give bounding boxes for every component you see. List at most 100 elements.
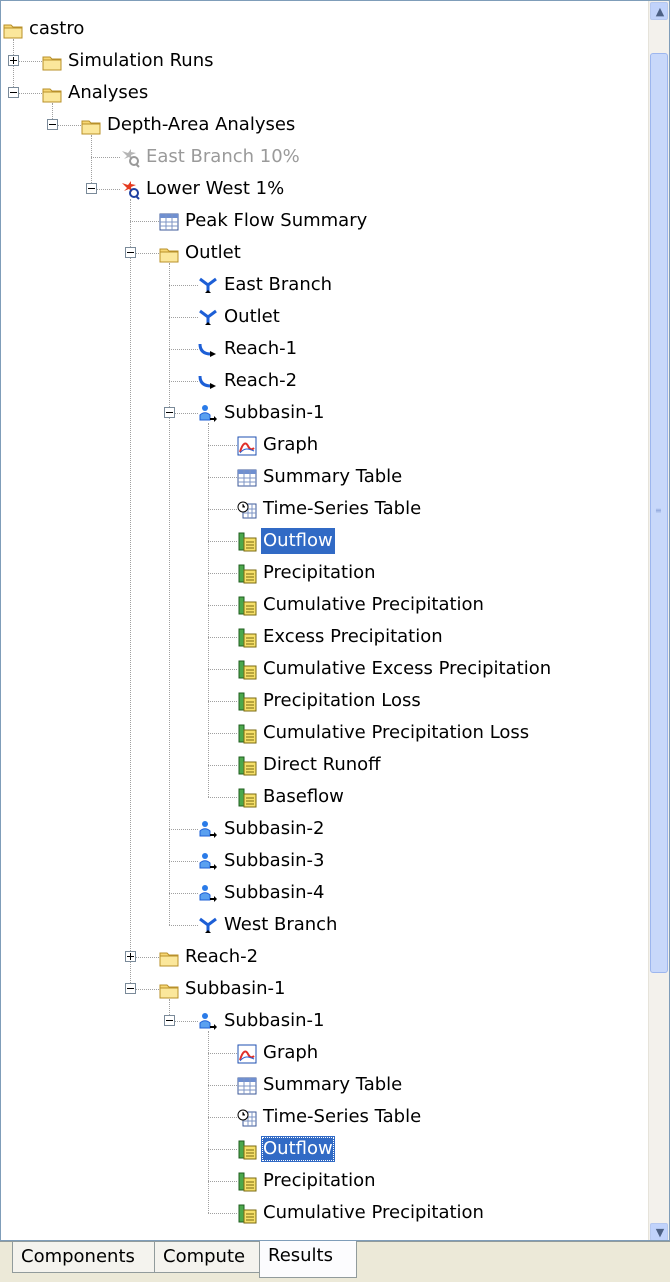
tree-node-label[interactable]: Reach-2 — [222, 368, 299, 394]
tree-node[interactable]: Cumulative Excess Precipitation — [1, 653, 641, 685]
tree-node-label[interactable]: Baseflow — [261, 784, 346, 810]
tree-node[interactable]: castro — [1, 13, 641, 45]
tree-node[interactable]: Time-Series Table — [1, 493, 641, 525]
tree-node[interactable]: Outlet — [1, 301, 641, 333]
tree-node-label[interactable]: Cumulative Precipitation — [261, 1200, 486, 1226]
tree-node-label[interactable]: Precipitation Loss — [261, 688, 423, 714]
collapse-icon[interactable] — [164, 1015, 175, 1026]
tree-node[interactable]: Subbasin-3 — [1, 845, 641, 877]
expand-icon[interactable] — [125, 951, 136, 962]
tree-node[interactable]: Outflow — [1, 525, 641, 557]
tree-node[interactable]: Subbasin-1 — [1, 1005, 641, 1037]
tree-node[interactable]: Precipitation — [1, 1165, 641, 1197]
tree-node[interactable]: Time-Series Table — [1, 1101, 641, 1133]
tree-node-label[interactable]: Graph — [261, 1040, 320, 1066]
tree-node-label[interactable]: East Branch 10% — [144, 144, 302, 170]
tree-node[interactable]: Cumulative Precipitation — [1, 589, 641, 621]
junction-icon — [198, 307, 218, 327]
collapse-icon[interactable] — [125, 247, 136, 258]
tree-node-label[interactable]: Reach-1 — [222, 336, 299, 362]
tree-node[interactable]: Outlet — [1, 237, 641, 269]
tab-compute[interactable]: Compute — [154, 1242, 272, 1273]
tree-node-label[interactable]: Excess Precipitation — [261, 624, 445, 650]
tree-node-label[interactable]: Simulation Runs — [66, 48, 216, 74]
chevron-down-icon: ▼ — [655, 1226, 665, 1239]
scroll-thumb[interactable]: ≡ — [650, 53, 668, 973]
tree-node-label[interactable]: Analyses — [66, 80, 150, 106]
tree-node[interactable]: East Branch 10% — [1, 141, 641, 173]
tree-node-label[interactable]: West Branch — [222, 912, 339, 938]
tree-node-label[interactable]: Precipitation — [261, 1168, 378, 1194]
scroll-up-button[interactable]: ▲ — [650, 2, 668, 20]
tree-node-label[interactable]: Cumulative Precipitation — [261, 592, 486, 618]
tree-node[interactable]: Peak Flow Summary — [1, 205, 641, 237]
tree-node-label[interactable]: Precipitation — [261, 560, 378, 586]
tree-node[interactable]: East Branch — [1, 269, 641, 301]
tree-node[interactable]: Precipitation — [1, 557, 641, 589]
tree-node-label[interactable]: Lower West 1% — [144, 176, 286, 202]
tree-node[interactable]: Depth-Area Analyses — [1, 109, 641, 141]
tree-node[interactable]: Excess Precipitation — [1, 621, 641, 653]
collapse-icon[interactable] — [47, 119, 58, 130]
reach-icon — [198, 339, 218, 359]
subbasin-icon — [198, 883, 218, 903]
tree-node-label[interactable]: Outlet — [222, 304, 282, 330]
tree-node[interactable]: Direct Runoff — [1, 749, 641, 781]
tree-node[interactable]: Graph — [1, 429, 641, 461]
tree-node-label[interactable]: Subbasin-1 — [222, 400, 326, 426]
subbasin-icon — [198, 819, 218, 839]
tree-node-label[interactable]: castro — [27, 16, 86, 42]
tree-node[interactable]: Simulation Runs — [1, 45, 641, 77]
expand-icon[interactable] — [8, 55, 19, 66]
tree-node-label[interactable]: Depth-Area Analyses — [105, 112, 297, 138]
tree-node-label[interactable]: Outflow — [261, 528, 335, 554]
collapse-icon[interactable] — [8, 87, 19, 98]
tree-node[interactable]: Reach-2 — [1, 941, 641, 973]
tree-node-label[interactable]: Summary Table — [261, 464, 404, 490]
tree-node-label[interactable]: Cumulative Precipitation Loss — [261, 720, 531, 746]
tree-node[interactable]: Subbasin-1 — [1, 973, 641, 1005]
scroll-down-button[interactable]: ▼ — [650, 1223, 668, 1240]
tree-node-label[interactable]: Time-Series Table — [261, 496, 423, 522]
tree-node-label[interactable]: Graph — [261, 432, 320, 458]
tree-node-label[interactable]: Outflow — [261, 1136, 335, 1162]
tree-node-label[interactable]: Subbasin-3 — [222, 848, 326, 874]
vertical-scrollbar[interactable]: ▲ ≡ ▼ — [648, 1, 669, 1240]
tree-node[interactable]: Outflow — [1, 1133, 641, 1165]
tree-node-label[interactable]: Subbasin-1 — [183, 976, 287, 1002]
tree-node-label[interactable]: Cumulative Excess Precipitation — [261, 656, 553, 682]
tree-node-label[interactable]: Time-Series Table — [261, 1104, 423, 1130]
tree-node[interactable]: Precipitation Loss — [1, 685, 641, 717]
tree-node[interactable]: Cumulative Precipitation Loss — [1, 717, 641, 749]
tree-node[interactable]: Graph — [1, 1037, 641, 1069]
collapse-icon[interactable] — [164, 407, 175, 418]
tab-results[interactable]: Results — [259, 1241, 357, 1278]
tree-node[interactable]: Summary Table — [1, 1069, 641, 1101]
tree-node-label[interactable]: Subbasin-1 — [222, 1008, 326, 1034]
tree-node-label[interactable]: Subbasin-2 — [222, 816, 326, 842]
collapse-icon[interactable] — [86, 183, 97, 194]
tree-node[interactable]: Cumulative Precipitation — [1, 1197, 641, 1229]
tree-node[interactable]: Reach-2 — [1, 365, 641, 397]
tree-node[interactable]: West Branch — [1, 909, 641, 941]
results-tree[interactable]: castro Simulation Runs Analyses Depth-Area … — [1, 1, 649, 1240]
tree-node[interactable]: Subbasin-1 — [1, 397, 641, 429]
tree-node-label[interactable]: Reach-2 — [183, 944, 260, 970]
tree-node-label[interactable]: East Branch — [222, 272, 334, 298]
tab-components[interactable]: Components — [12, 1242, 159, 1273]
tree-node-label[interactable]: Summary Table — [261, 1072, 404, 1098]
tree-node-label[interactable]: Outlet — [183, 240, 243, 266]
tree-node-label[interactable]: Peak Flow Summary — [183, 208, 369, 234]
tree-node[interactable]: Baseflow — [1, 781, 641, 813]
tree-node-label[interactable]: Subbasin-4 — [222, 880, 326, 906]
tree-node[interactable]: Lower West 1% — [1, 173, 641, 205]
tree-node-label[interactable]: Direct Runoff — [261, 752, 383, 778]
tree-node[interactable]: Analyses — [1, 77, 641, 109]
tree-node[interactable]: Summary Table — [1, 461, 641, 493]
tree-node[interactable]: Subbasin-4 — [1, 877, 641, 909]
tree-node[interactable]: Reach-1 — [1, 333, 641, 365]
tree-node[interactable]: Subbasin-2 — [1, 813, 641, 845]
time-series-icon — [237, 595, 257, 616]
collapse-icon[interactable] — [125, 983, 136, 994]
folder-icon — [42, 83, 62, 103]
